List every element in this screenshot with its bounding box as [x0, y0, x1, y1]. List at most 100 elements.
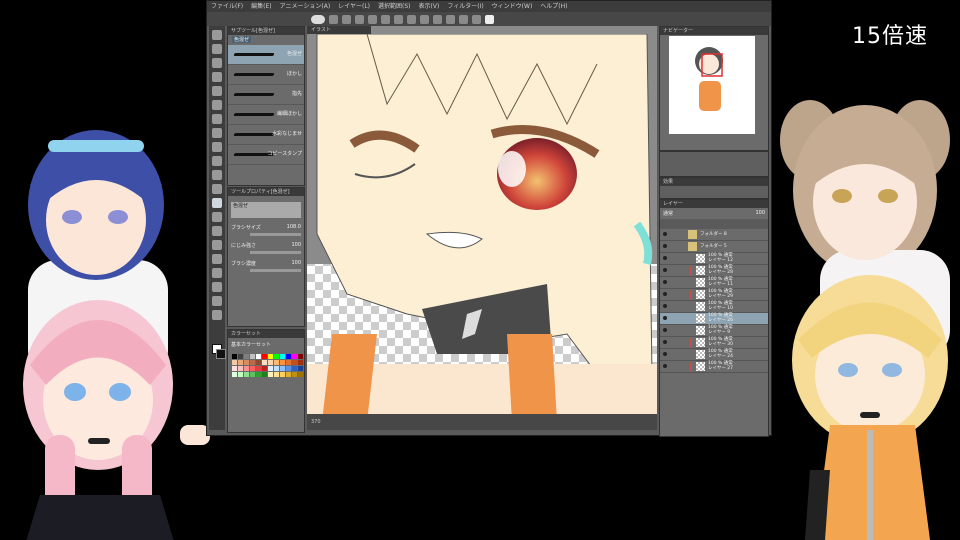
balloon-tool-icon[interactable] [212, 296, 222, 306]
navigator-preview[interactable] [669, 36, 755, 134]
clear-icon[interactable] [381, 14, 390, 24]
help-icon[interactable] [485, 14, 494, 24]
color-swatch[interactable] [262, 360, 267, 365]
layer-opacity[interactable]: 100 [755, 210, 765, 217]
layer-visibility-icon[interactable] [663, 328, 667, 332]
menu-animation[interactable]: アニメーション(A) [280, 1, 331, 12]
menu-window[interactable]: ウィンドウ(W) [492, 1, 533, 12]
transform-icon[interactable] [394, 14, 403, 24]
canvas-area[interactable]: イラスト [307, 26, 657, 414]
color-swatch[interactable] [268, 366, 273, 371]
brush-item-watercolor[interactable]: 水彩なじませ [228, 125, 304, 145]
color-swatch[interactable] [292, 372, 297, 377]
color-swatch[interactable] [232, 354, 237, 359]
color-swatch[interactable] [280, 360, 285, 365]
layer-visibility-icon[interactable] [663, 352, 667, 356]
color-swatch[interactable] [232, 366, 237, 371]
brush-size-slider[interactable] [250, 233, 301, 236]
color-swatch[interactable] [286, 366, 291, 371]
zoom-tool-icon[interactable] [212, 30, 222, 40]
grid-icon[interactable] [459, 14, 468, 24]
menu-filter[interactable]: フィルター(I) [447, 1, 483, 12]
menu-view[interactable]: 表示(V) [419, 1, 440, 12]
subtool-tab-blend[interactable]: 色混ぜ [232, 36, 252, 43]
layer-visibility-icon[interactable] [663, 244, 667, 248]
text-tool-icon[interactable] [212, 282, 222, 292]
color-swatch[interactable] [286, 354, 291, 359]
color-swatch[interactable] [274, 360, 279, 365]
color-swatch[interactable] [280, 366, 285, 371]
layer-row[interactable]: 100 % 通常 レイヤー 12 [660, 253, 768, 265]
sub-color-swatch[interactable] [216, 349, 226, 359]
color-swatch[interactable] [238, 366, 243, 371]
eraser-tool-icon[interactable] [212, 184, 222, 194]
menu-edit[interactable]: 編集(E) [251, 1, 271, 12]
layer-visibility-icon[interactable] [663, 340, 667, 344]
layer-folder-row[interactable]: フォルダー 8 [660, 229, 768, 241]
color-swatch[interactable] [238, 354, 243, 359]
ruler-icon[interactable] [472, 14, 481, 24]
layer-row[interactable]: 100 % 通常 レイヤー 30 [660, 337, 768, 349]
color-swatch[interactable] [292, 354, 297, 359]
color-swatch[interactable] [292, 360, 297, 365]
operation-tool-icon[interactable] [212, 58, 222, 68]
auto-select-tool-icon[interactable] [212, 100, 222, 110]
eyedropper-tool-icon[interactable] [212, 114, 222, 124]
color-swatch[interactable] [286, 372, 291, 377]
new-file-icon[interactable] [329, 14, 338, 24]
layer-row[interactable]: 100 % 通常 レイヤー 11 [660, 277, 768, 289]
menu-help[interactable]: ヘルプ(H) [540, 1, 567, 12]
layer-blend-mode[interactable]: 通常 [663, 210, 673, 217]
layer-visibility-icon[interactable] [663, 316, 667, 320]
correct-line-tool-icon[interactable] [212, 310, 222, 320]
color-swatch[interactable] [268, 372, 273, 377]
color-swatch[interactable] [244, 360, 249, 365]
gradient-tool-icon[interactable] [212, 226, 222, 236]
deselect-icon[interactable] [407, 14, 416, 24]
color-swatch[interactable] [286, 360, 291, 365]
menu-layer[interactable]: レイヤー(L) [338, 1, 370, 12]
layer-row[interactable]: 100 % 通常 レイヤー 26 [660, 313, 768, 325]
save-icon[interactable] [342, 14, 351, 24]
brush-density-value[interactable]: 100 [291, 260, 301, 267]
layer-row[interactable]: 100 % 通常 レイヤー 29 [660, 289, 768, 301]
brush-density-slider[interactable] [250, 269, 301, 272]
color-swatch[interactable] [256, 354, 261, 359]
color-swatch[interactable] [232, 360, 237, 365]
layer-visibility-icon[interactable] [663, 292, 667, 296]
layer-visibility-icon[interactable] [663, 232, 667, 236]
brush-item-copy-stamp[interactable]: コピースタンプ [228, 145, 304, 165]
color-swatch[interactable] [250, 366, 255, 371]
color-set-name[interactable]: 基本カラーセット [231, 341, 271, 348]
blend-strength-value[interactable]: 100 [291, 242, 301, 249]
brush-tool-icon[interactable] [212, 156, 222, 166]
pencil-tool-icon[interactable] [212, 142, 222, 152]
color-swatch[interactable] [274, 354, 279, 359]
fill-icon[interactable] [433, 14, 442, 24]
blend-tool-icon[interactable] [212, 198, 222, 208]
color-swatch[interactable] [250, 354, 255, 359]
blend-strength-slider[interactable] [250, 251, 301, 254]
invert-selection-icon[interactable] [420, 14, 429, 24]
color-swatch[interactable] [256, 366, 261, 371]
color-swatch[interactable] [262, 354, 267, 359]
eye-icon[interactable] [311, 14, 325, 24]
color-swatch[interactable] [292, 366, 297, 371]
color-swatch[interactable] [262, 366, 267, 371]
layer-visibility-icon[interactable] [663, 304, 667, 308]
layer-visibility-icon[interactable] [663, 268, 667, 272]
color-swatch[interactable] [298, 372, 303, 377]
brush-item-fine-blur[interactable]: 繊細ぼかし [228, 105, 304, 125]
color-swatch[interactable] [298, 366, 303, 371]
menu-selection[interactable]: 選択範囲(S) [378, 1, 411, 12]
selection-tool-icon[interactable] [212, 86, 222, 96]
color-swatch[interactable] [232, 372, 237, 377]
color-swatch[interactable] [244, 366, 249, 371]
color-swatch[interactable] [244, 372, 249, 377]
fill-tool-icon[interactable] [212, 212, 222, 222]
brush-item-blend[interactable]: 色混ぜ [228, 45, 304, 65]
layer-row[interactable]: 100 % 通常 レイヤー 28 [660, 265, 768, 277]
frame-tool-icon[interactable] [212, 254, 222, 264]
color-swatch[interactable] [298, 360, 303, 365]
color-swatch[interactable] [274, 372, 279, 377]
